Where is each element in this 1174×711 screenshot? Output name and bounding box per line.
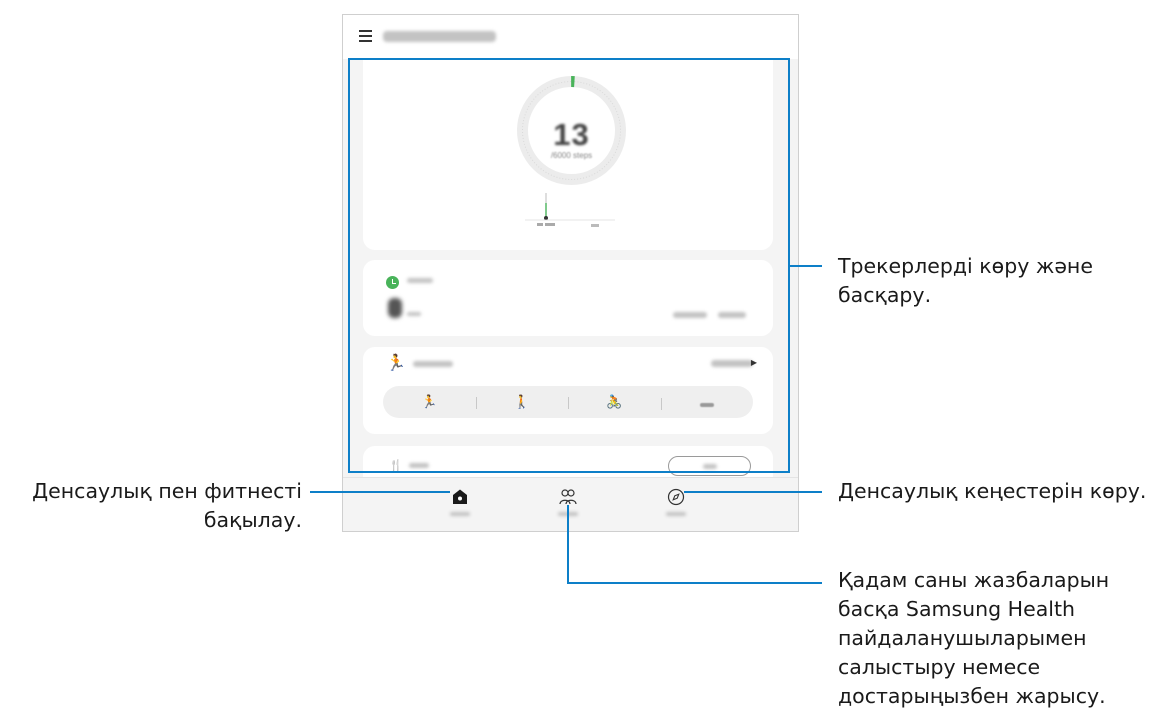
phone-screen: 13 /6000 steps 🏃 ▶ 🏃 🚶 🚴 🍴 [342, 14, 799, 532]
chevron-right-icon: ▶ [750, 358, 757, 367]
app-title [383, 31, 496, 42]
exercise-history-link[interactable] [711, 360, 753, 367]
callout-line-compare-v [567, 505, 569, 584]
people-icon [559, 489, 577, 505]
running-icon: 🏃 [386, 355, 406, 372]
food-record-button[interactable] [668, 456, 751, 476]
exercise-card[interactable]: 🏃 ▶ 🏃 🚶 🚴 [363, 347, 773, 434]
steps-count: 13 [553, 117, 590, 152]
home-icon [453, 489, 467, 504]
exercise-cycling-button[interactable]: 🚴 [568, 394, 661, 410]
active-time-stats [673, 312, 707, 318]
steps-hourly-graph [525, 193, 615, 227]
clock-icon [386, 276, 399, 289]
exercise-running-button[interactable]: 🏃 [383, 394, 476, 410]
callout-line-compare-h [567, 582, 822, 584]
nav-home-label [450, 512, 470, 516]
callout-trackers: Трекерлерді көру және басқару. [838, 254, 1093, 307]
active-time-card[interactable] [363, 260, 773, 336]
tracker-list: 13 /6000 steps 🏃 ▶ 🏃 🚶 🚴 🍴 [343, 59, 798, 486]
cycling-icon: 🚴 [606, 394, 623, 409]
callout-tips: Денсаулық кеңестерін көру. [838, 479, 1147, 503]
fork-knife-icon: 🍴 [389, 460, 403, 472]
callout-compare: Қадам саны жазбаларын басқа Samsung Heal… [838, 568, 1110, 708]
food-label [409, 463, 429, 468]
walking-icon: 🚶 [513, 394, 530, 409]
app-header [343, 15, 798, 59]
more-icon [699, 402, 714, 407]
active-time-stats-2 [718, 312, 746, 318]
exercise-type-bar: 🏃 🚶 🚴 [383, 386, 753, 418]
steps-goal: /6000 steps [550, 151, 593, 160]
compass-icon [667, 488, 685, 506]
active-time-label [407, 278, 433, 285]
callout-line-trackers [790, 265, 822, 267]
callout-line-tips [684, 491, 822, 493]
menu-icon[interactable] [359, 30, 372, 42]
exercise-more-button[interactable] [660, 395, 754, 410]
exercise-walking-button[interactable]: 🚶 [475, 394, 569, 410]
bottom-navigation [343, 477, 798, 531]
steps-card[interactable]: 13 /6000 steps [363, 59, 773, 250]
active-time-unit [407, 312, 421, 318]
nav-discover-label [666, 512, 686, 516]
callout-line-monitor [310, 491, 450, 493]
callout-monitor: Денсаулық пен фитнесті бақылау. [32, 479, 302, 532]
exercise-label [413, 361, 453, 367]
active-time-value [388, 298, 402, 318]
running-icon: 🏃 [421, 394, 438, 409]
